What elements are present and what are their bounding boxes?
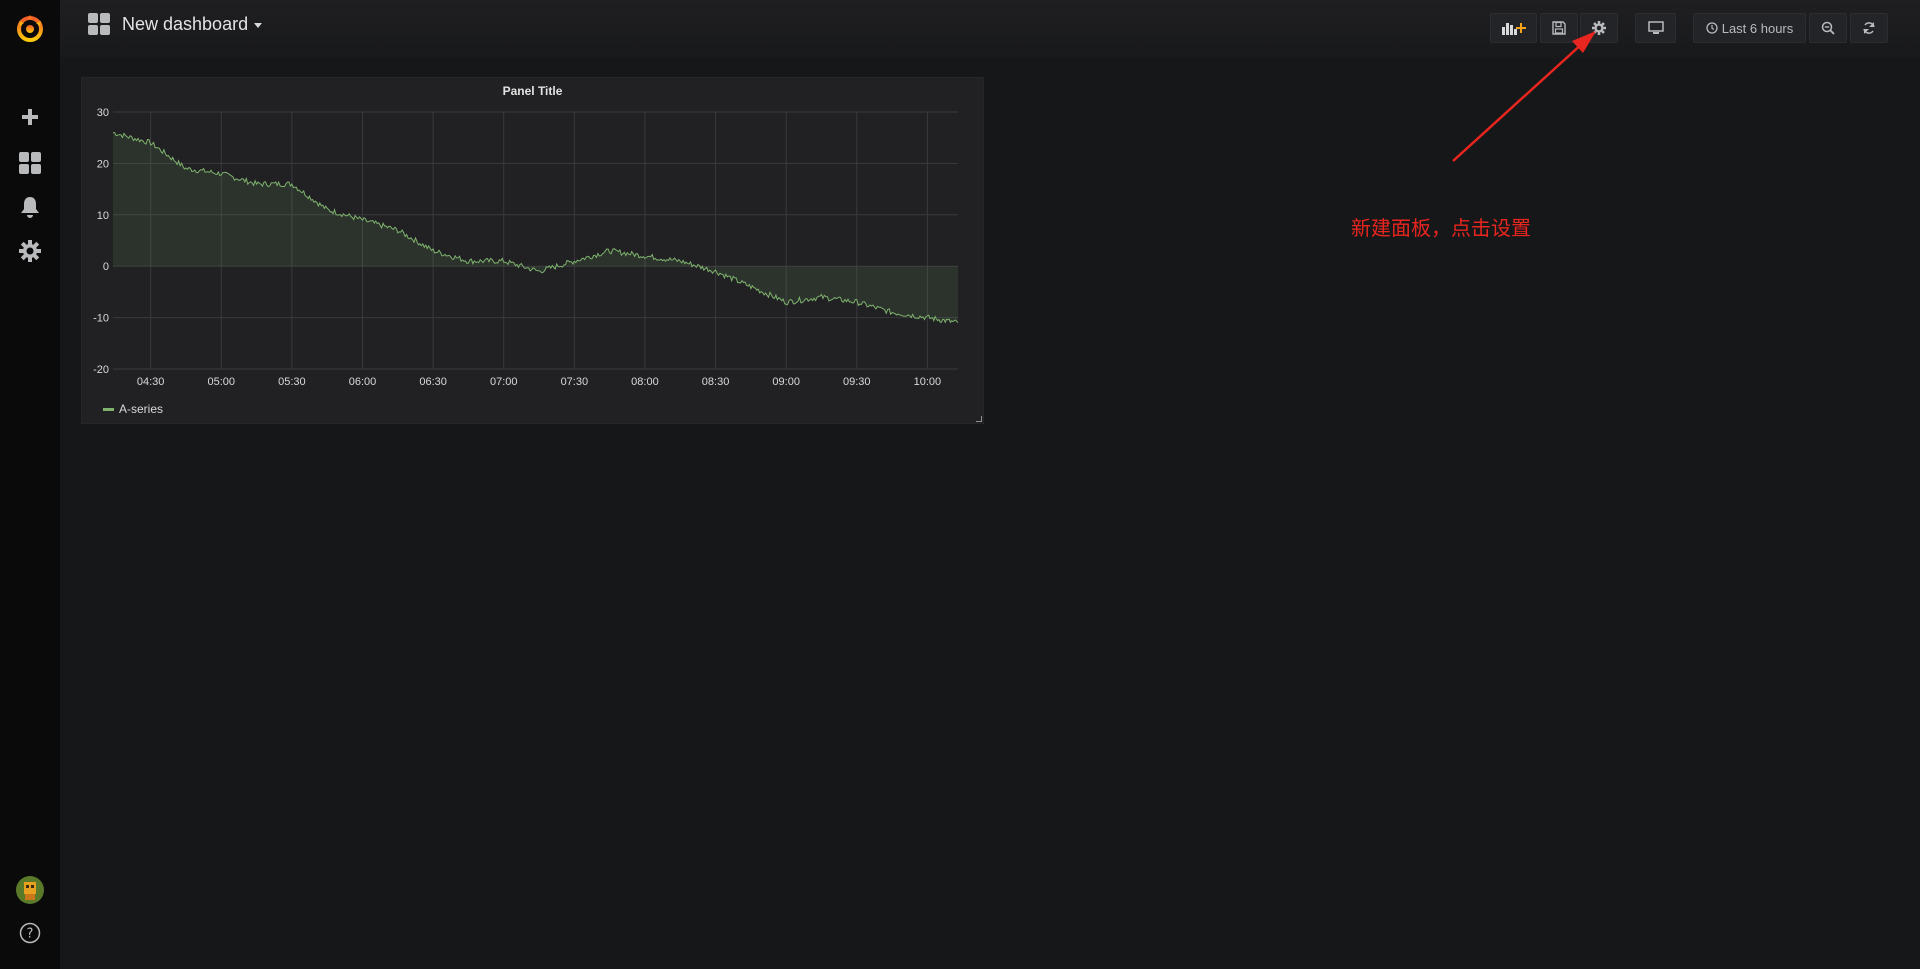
annotation-text: 新建面板，点击设置 (1351, 216, 1531, 240)
annotation-arrow (1452, 31, 1596, 162)
